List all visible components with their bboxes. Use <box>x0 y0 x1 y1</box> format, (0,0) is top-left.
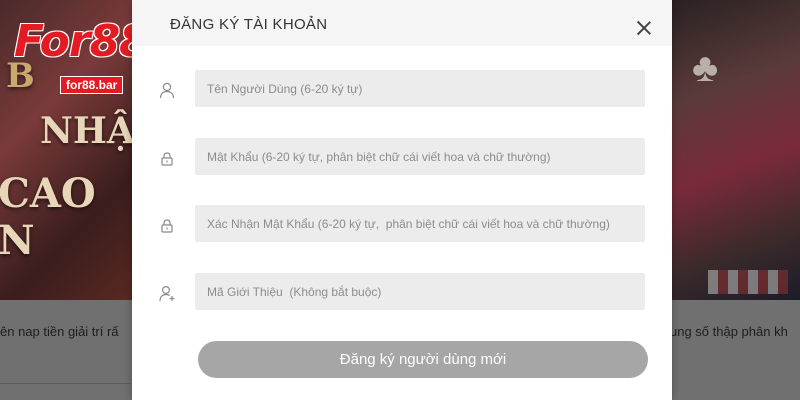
logo-domain: for88.bar <box>60 76 124 94</box>
register-button[interactable]: Đăng ký người dùng mới <box>198 341 648 378</box>
referral-code-input[interactable] <box>195 273 645 310</box>
password-input[interactable] <box>195 138 645 175</box>
background-banner-right: ♣ <box>672 0 800 300</box>
banner-word: CAO N <box>0 170 96 264</box>
register-modal: ĐĂNG KÝ TÀI KHOẢN Tên Người Dùng (6-20 k… <box>132 0 672 400</box>
background-article-title-left: ên nap tiền giải trí rấ <box>0 324 119 339</box>
modal-header: ĐĂNG KÝ TÀI KHOẢN <box>132 0 672 46</box>
lock-icon <box>158 150 176 168</box>
logo-wordmark: For88 <box>14 16 150 67</box>
background-divider <box>0 383 130 384</box>
user-icon <box>158 81 176 99</box>
confirm-password-input[interactable] <box>195 205 645 242</box>
modal-title: ĐĂNG KÝ TÀI KHOẢN <box>170 16 328 33</box>
lock-icon <box>158 217 176 235</box>
banner-word: NHẬ <box>40 110 135 152</box>
username-input[interactable] <box>195 70 645 107</box>
user-add-icon <box>158 284 176 302</box>
close-icon[interactable] <box>634 18 654 38</box>
background-article-title-right: ung số thập phân kh <box>670 324 788 339</box>
casino-chips-image <box>708 270 788 294</box>
club-suit-icon: ♣ <box>692 46 719 90</box>
